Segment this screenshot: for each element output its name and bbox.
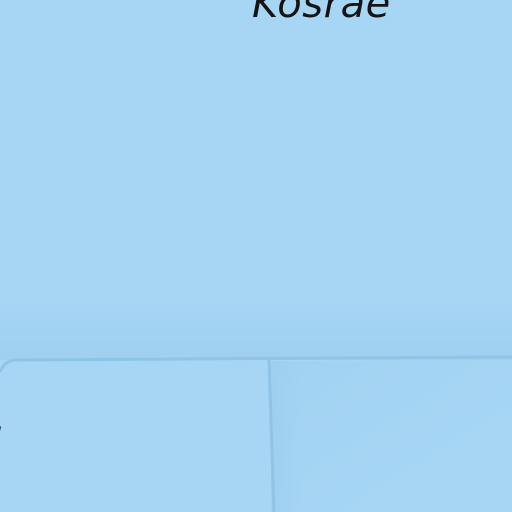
boundary-glow-vertical <box>271 361 301 512</box>
cell-shade-right <box>271 361 512 512</box>
map-canvas[interactable]: Kosrae i <box>0 0 512 512</box>
region-label-kosrae: Kosrae <box>252 0 391 27</box>
region-label-left: i <box>0 424 1 464</box>
boundary-glow-horizontal <box>0 300 512 360</box>
map-boundaries <box>0 300 512 512</box>
